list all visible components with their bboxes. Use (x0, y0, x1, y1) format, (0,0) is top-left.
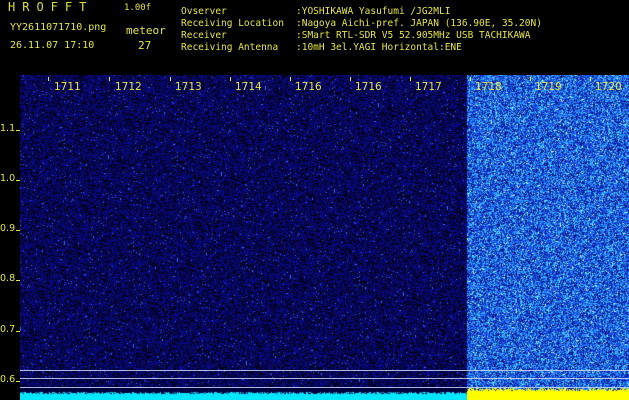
xtick-label: 1716 (355, 81, 382, 93)
xtick-mark (470, 77, 471, 81)
xtick-mark (410, 77, 411, 81)
marker-line (20, 370, 629, 371)
xtick-mark (109, 77, 110, 81)
xtick-mark (530, 77, 531, 81)
ytick-0-6: 0.6 (0, 374, 16, 385)
ytick-1-1: 1.1 (0, 123, 16, 134)
ytick-1-0: 1.0 (0, 173, 16, 184)
meteor-label: meteor (126, 24, 166, 37)
marker-line (20, 387, 629, 388)
xtick-label: 1720 (595, 81, 622, 93)
xtick-mark (230, 77, 231, 81)
xtick-mark (590, 77, 591, 81)
xtick-label: 1711 (54, 81, 81, 93)
xtick-label: 1714 (235, 81, 262, 93)
filename-label: YY2611071710.png (10, 22, 107, 33)
info-value-location: :Nagoya Aichi-pref. JAPAN (136.90E, 35.2… (296, 18, 542, 29)
header-panel: HROFFT 1.00f YY2611071710.png 26.11.07 1… (0, 0, 629, 75)
xtick-label: 1717 (415, 81, 442, 93)
ytick-0-9: 0.9 (0, 223, 16, 234)
xtick-mark (170, 77, 171, 81)
version-label: 1.00f (124, 3, 152, 13)
ytick-0-7: 0.7 (0, 324, 16, 335)
xtick-mark (350, 77, 351, 81)
info-label-receiver: Receiver (181, 30, 227, 41)
spectrogram-canvas (20, 75, 629, 400)
ytick-0-8: 0.8 (0, 273, 16, 284)
xtick-label: 1716 (295, 81, 322, 93)
xtick-label: 1718 (475, 81, 502, 93)
xtick-label: 1712 (115, 81, 142, 93)
xtick-mark (48, 77, 49, 81)
xtick-label: 1719 (535, 81, 562, 93)
app-title: HROFFT (8, 0, 94, 14)
xtick-label: 1713 (175, 81, 202, 93)
timestamp-label: 26.11.07 17:10 (10, 40, 95, 51)
info-value-receiver: :SMart RTL-SDR V5 52.905MHz USB TACHIKAW… (296, 30, 531, 41)
xtick-mark (290, 77, 291, 81)
marker-line (20, 378, 629, 379)
info-value-observer: :YOSHIKAWA Yasufumi /JG2MLI (296, 6, 451, 17)
info-label-location: Receiving Location (181, 18, 284, 29)
info-label-observer: Ovserver (181, 6, 227, 17)
info-value-antenna: :10mH 3el.YAGI Horizontal:ENE (296, 42, 462, 53)
frequency-axis: 1.1 1.0 0.9 0.8 0.7 0.6 (0, 75, 20, 400)
info-label-antenna: Receiving Antenna (181, 42, 279, 53)
meteor-count: 27 (138, 39, 152, 52)
spectrogram-plot: 1711 1712 1713 1714 1716 1716 1717 1718 … (20, 75, 629, 400)
